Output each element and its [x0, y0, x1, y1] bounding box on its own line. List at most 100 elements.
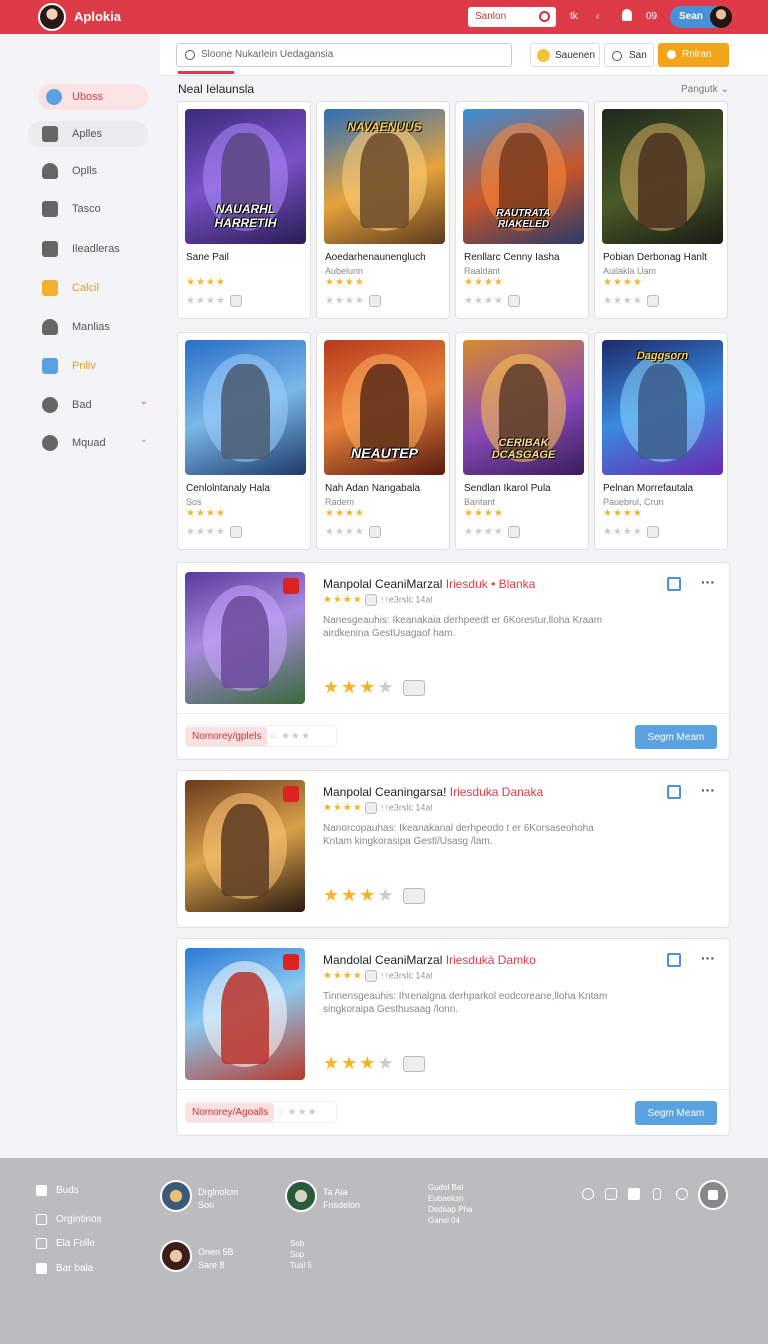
user-rating-stars[interactable]: ★★★★: [325, 526, 381, 538]
edit-icon[interactable]: [698, 1180, 728, 1210]
chevron-left-icon[interactable]: ‹: [596, 11, 599, 22]
checkbox-icon[interactable]: [667, 953, 681, 967]
rating-stars[interactable]: ★★★★: [323, 885, 425, 906]
chevron-down-icon[interactable]: ⌄: [140, 434, 148, 445]
category-chip[interactable]: Nomorey/Agoalls ○ ★★★: [185, 1101, 337, 1123]
user-rating-stars[interactable]: ★★★★: [603, 295, 659, 307]
search-input[interactable]: Sloone Nukarlein Uedagansia: [176, 43, 512, 67]
more-options-icon[interactable]: ···: [701, 950, 715, 966]
game-art-image[interactable]: CERIBAK DCASGAGE: [463, 340, 584, 475]
footer-user-info: Onen 5B Sare 8: [198, 1246, 234, 1272]
list-item-image[interactable]: [185, 572, 305, 704]
user-rating-stars[interactable]: ★★★★: [325, 295, 381, 307]
footer-info-line: Eubaeksn: [428, 1194, 464, 1203]
sidebar-item-home[interactable]: Uboss: [38, 84, 148, 110]
list-item-image[interactable]: [185, 948, 305, 1080]
card-title[interactable]: Pelnan Morrefautala: [603, 483, 727, 494]
app-avatar[interactable]: [38, 3, 66, 31]
card-title[interactable]: Sendlan Ikarol Pula: [464, 483, 588, 494]
chevron-down-icon[interactable]: ⌄: [140, 396, 148, 407]
game-art-image[interactable]: [185, 340, 306, 475]
sidebar-item-leaderboards[interactable]: Ileadleras: [28, 236, 148, 262]
game-art-image[interactable]: NAVAENUUS: [324, 109, 445, 244]
game-art-image[interactable]: NAUARHL HARRETIH: [185, 109, 306, 244]
checkbox-icon[interactable]: [667, 785, 681, 799]
rating-stars[interactable]: ★★★★: [323, 1053, 425, 1074]
sort-dropdown[interactable]: Pangutk ⌄: [681, 84, 729, 95]
category-chip-label: Nomorey/gplels: [186, 727, 268, 746]
sidebar-item-manuals[interactable]: Manlias: [28, 314, 148, 340]
list-item-title[interactable]: Manpolal Ceaningarsa! Iriesduka Danaka: [323, 785, 543, 799]
game-card[interactable]: Pobian Derbonag Hanlt Auilakla Uam ★★★★ …: [594, 101, 728, 319]
footer-user-avatar[interactable]: [160, 1180, 192, 1212]
card-title[interactable]: Nah Adan Nangabala: [325, 483, 449, 494]
sidebar-item-profile[interactable]: Pnliv: [28, 353, 148, 379]
card-title[interactable]: Cenlolntanaly Hala: [186, 483, 310, 494]
user-rating-stars[interactable]: ★★★★: [186, 526, 242, 538]
card-title[interactable]: Renllarc Cenny Iasha: [464, 252, 588, 263]
joystick-icon: [42, 358, 58, 374]
sidebar-item-apps[interactable]: Aplles: [28, 121, 148, 147]
game-card[interactable]: CERIBAK DCASGAGE Sendlan Ikarol Pula Bar…: [455, 332, 589, 550]
game-art-image[interactable]: Daggsorn: [602, 340, 723, 475]
list-item-title[interactable]: Manpolal CeaniMarzal Iriesduk • Blanka: [323, 577, 535, 591]
sidebar-item-squad[interactable]: Mquad ⌄: [28, 430, 148, 456]
top-tab-label[interactable]: tk: [570, 11, 578, 22]
bell-icon[interactable]: [622, 9, 632, 21]
art-figure: [221, 595, 269, 689]
game-art-image[interactable]: NEAUTEP: [324, 340, 445, 475]
category-chip[interactable]: Nomorey/gplels ○ ★★★: [185, 725, 337, 747]
share-icon[interactable]: [628, 1188, 640, 1200]
game-card[interactable]: NAUARHL HARRETIH Sane Pail ★★★★ ★★★★: [177, 101, 311, 319]
list-item[interactable]: Mandolal CeaniMarzal Iriesdukà Damko ★★★…: [176, 938, 730, 1136]
active-tab-indicator: [178, 71, 234, 74]
card-title[interactable]: Pobian Derbonag Hanlt: [603, 252, 727, 263]
game-card[interactable]: RAUTRATA RIAKELED Renllarc Cenny Iasha R…: [455, 101, 589, 319]
user-rating-stars[interactable]: ★★★★: [464, 295, 520, 307]
sort-pill-button[interactable]: Sauenen: [530, 43, 600, 67]
minus-circle-icon[interactable]: [676, 1188, 688, 1200]
list-item[interactable]: Manpolal CeaniMarzal Iriesduk • Blanka ★…: [176, 562, 730, 760]
list-item-description: Tinnensgeauhis: Ihrenalgna derhparkol eo…: [323, 991, 608, 1015]
game-art-image[interactable]: RAUTRATA RIAKELED: [463, 109, 584, 244]
sidebar-item-calendar[interactable]: Calcil: [28, 275, 148, 301]
rating-stars[interactable]: ★★★★: [323, 677, 425, 698]
sidebar-item-options[interactable]: Oplls: [28, 158, 148, 184]
list-item-meta: ★★★★ ↑↑e3rslc 14al: [323, 594, 433, 606]
game-art-image[interactable]: [602, 109, 723, 244]
footer-link[interactable]: Ela Folle: [36, 1238, 95, 1249]
more-options-icon[interactable]: ···: [701, 574, 715, 590]
list-item[interactable]: Manpolal Ceaningarsa! Iriesduka Danaka ★…: [176, 770, 730, 928]
more-options-icon[interactable]: ···: [701, 782, 715, 798]
footer-link[interactable]: Buds: [36, 1185, 79, 1196]
game-card[interactable]: NAVAENUUS Aoedarhenaunengluch Aubelunn ★…: [316, 101, 450, 319]
card-title[interactable]: Aoedarhenaunengluch: [325, 252, 449, 263]
footer-link[interactable]: Orgintinos: [36, 1214, 102, 1225]
user-rating-stars[interactable]: ★★★★: [186, 295, 242, 307]
circle-icon[interactable]: [582, 1188, 594, 1200]
card-title[interactable]: Sane Pail: [186, 252, 310, 263]
list-item-image[interactable]: [185, 780, 305, 912]
footer-link[interactable]: Bar bala: [36, 1263, 93, 1274]
window-icon[interactable]: [605, 1188, 617, 1200]
user-rating-stars[interactable]: ★★★★: [464, 526, 520, 538]
list-icon: [42, 241, 58, 257]
game-card[interactable]: NEAUTEP Nah Adan Nangabala Radem ★★★★ ★★…: [316, 332, 450, 550]
list-item-title-text: Manpolal Ceaningarsa!: [323, 785, 447, 799]
filter-pill-button[interactable]: San: [604, 43, 654, 67]
sidebar-item-bad[interactable]: Bad ⌄: [28, 392, 148, 418]
footer-user-avatar[interactable]: [285, 1180, 317, 1212]
sidebar-item-tasks[interactable]: Tasco: [28, 196, 148, 222]
user-rating-stars[interactable]: ★★★★: [603, 526, 659, 538]
game-card[interactable]: Cenlolntanaly Hala Sos ★★★★ ★★★★: [177, 332, 311, 550]
checkbox-icon[interactable]: [667, 577, 681, 591]
top-search-box[interactable]: Sanlon: [468, 7, 556, 27]
primary-action-button[interactable]: Rnlran: [658, 43, 729, 67]
primary-button[interactable]: Segm Meam: [635, 1101, 717, 1125]
game-card[interactable]: Daggsorn Pelnan Morrefautala Pauebrul, C…: [594, 332, 728, 550]
list-item-title[interactable]: Mandolal CeaniMarzal Iriesdukà Damko: [323, 953, 536, 967]
user-button[interactable]: Sean: [670, 6, 732, 28]
bookmark-icon[interactable]: [653, 1188, 661, 1200]
primary-button[interactable]: Segm Meam: [635, 725, 717, 749]
footer-user-avatar[interactable]: [160, 1240, 192, 1272]
